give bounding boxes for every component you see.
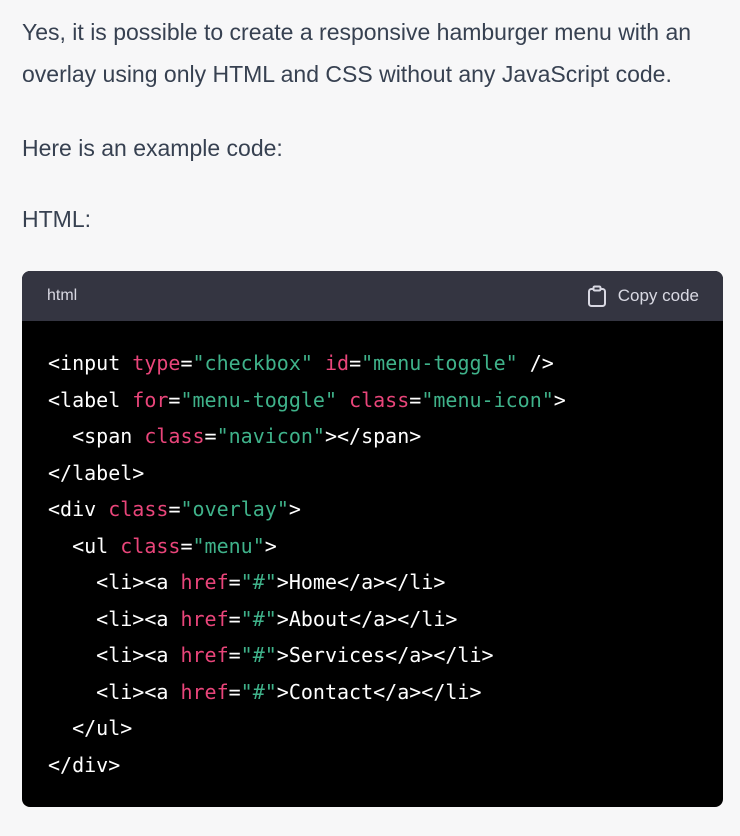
code-token: >About</a></li> [276, 606, 458, 631]
code-token: <label [48, 387, 133, 412]
code-token: = [409, 387, 422, 412]
code-attribute: href [180, 570, 229, 594]
code-content: <input type="checkbox" id="menu-toggle" … [22, 321, 723, 783]
code-string: "#" [240, 679, 277, 704]
message-section-label: HTML: [22, 206, 91, 232]
code-attribute: class [144, 424, 205, 448]
code-block-header: html Copy code [22, 271, 723, 321]
code-attribute: class [120, 533, 181, 558]
code-string: "#" [240, 606, 277, 631]
code-token: /> [517, 351, 554, 375]
code-line: <ul class="menu"> [48, 528, 723, 565]
code-token: >Home</a></li> [276, 570, 446, 594]
code-language-label: html [47, 287, 78, 304]
code-line: <li><a href="#">Home</a></li> [48, 564, 723, 601]
code-attribute: for [132, 387, 169, 412]
code-token: > [288, 497, 301, 521]
code-line: <li><a href="#">Contact</a></li> [48, 674, 723, 711]
code-token: </label> [48, 460, 145, 485]
code-token: = [180, 351, 193, 375]
code-block: html Copy code <input type="checkbox" id… [22, 271, 723, 807]
code-token: <li><a [48, 570, 181, 594]
code-token: = [168, 387, 181, 412]
code-line: <span class="navicon"></span> [48, 418, 723, 455]
code-token: = [168, 497, 181, 521]
code-token: ></span> [324, 424, 422, 448]
code-token: </ul> [48, 716, 133, 740]
code-token: >Services</a></li> [276, 643, 494, 667]
code-token: = [204, 424, 217, 448]
code-attribute: href [180, 606, 229, 631]
code-token: <li><a [48, 606, 181, 631]
copy-code-label: Copy code [617, 286, 699, 305]
code-token: = [228, 679, 241, 704]
code-attribute: class [108, 497, 169, 521]
code-string: "navicon" [216, 424, 325, 448]
code-string: "menu-icon" [421, 387, 554, 412]
code-token: <li><a [48, 679, 181, 704]
message-example-intro: Here is an example code: [22, 135, 283, 161]
code-attribute: class [349, 387, 410, 412]
code-string: "checkbox" [192, 351, 313, 375]
code-token: <input [48, 351, 133, 375]
code-token: = [228, 606, 241, 631]
code-token: = [228, 570, 241, 594]
code-token: <div [48, 497, 109, 521]
code-string: "menu-toggle" [361, 351, 518, 375]
code-line: </ul> [48, 710, 723, 747]
code-string: "#" [240, 643, 277, 667]
copy-code-button[interactable]: Copy code [587, 285, 699, 307]
code-line: <li><a href="#">About</a></li> [48, 601, 723, 638]
code-line: <input type="checkbox" id="menu-toggle" … [48, 345, 723, 382]
code-line: </div> [48, 747, 723, 784]
code-line: <label for="menu-toggle" class="menu-ico… [48, 382, 723, 419]
code-string: "menu-toggle" [180, 387, 338, 412]
code-attribute: href [180, 643, 229, 667]
code-token: <ul [48, 533, 121, 558]
code-token: > [264, 533, 277, 558]
message-intro: Yes, it is possible to create a responsi… [22, 19, 692, 87]
code-attribute: id [324, 351, 350, 375]
code-token: = [349, 351, 362, 375]
code-string: "#" [240, 570, 277, 594]
code-token: > [553, 387, 566, 412]
code-line: <div class="overlay"> [48, 491, 723, 528]
code-string: "overlay" [180, 497, 289, 521]
code-string: "menu" [192, 533, 265, 558]
code-token: <li><a [48, 643, 181, 667]
code-line: <li><a href="#">Services</a></li> [48, 637, 723, 674]
code-attribute: type [132, 351, 181, 375]
code-token: </div> [48, 752, 121, 777]
code-token: = [228, 643, 241, 667]
code-token: <span [48, 424, 145, 448]
code-line: </label> [48, 455, 723, 492]
code-token: >Contact</a></li> [276, 679, 482, 704]
clipboard-icon [587, 285, 607, 307]
code-token: = [180, 533, 193, 558]
code-attribute: href [180, 679, 229, 704]
